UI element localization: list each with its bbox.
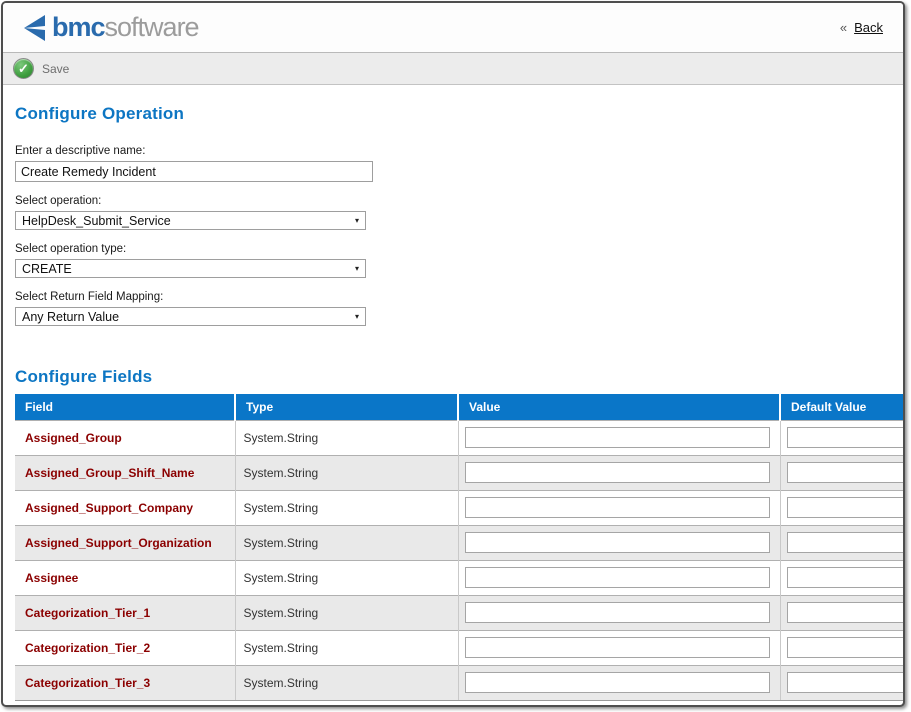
field-name-cell: Assigned_Support_Company <box>15 490 235 525</box>
field-type-cell: System.String <box>235 455 458 490</box>
field-type-cell: System.String <box>235 665 458 700</box>
save-button-label: Save <box>42 62 69 76</box>
default-value-input[interactable] <box>787 567 906 588</box>
value-input[interactable] <box>465 427 770 448</box>
field-name-cell: Categorization_Tier_1 <box>15 595 235 630</box>
return-field-mapping-label: Select Return Field Mapping: <box>15 291 903 303</box>
table-row: Assigned_Support_CompanySystem.String <box>15 490 905 525</box>
value-cell <box>458 455 780 490</box>
dropdown-arrow-icon: ▾ <box>355 216 359 225</box>
operation-select-value: HelpDesk_Submit_Service <box>22 214 171 228</box>
field-type-cell: System.String <box>235 560 458 595</box>
logo-text-software: software <box>105 12 199 43</box>
value-input[interactable] <box>465 462 770 483</box>
table-row: Assigned_Support_OrganizationSystem.Stri… <box>15 525 905 560</box>
operation-select[interactable]: HelpDesk_Submit_Service ▾ <box>15 211 366 230</box>
return-field-mapping-group: Select Return Field Mapping: Any Return … <box>15 291 903 326</box>
app-window: bmcsoftware « Back ✓ Save Configure Opera… <box>1 1 905 707</box>
value-cell <box>458 490 780 525</box>
back-nav: « Back <box>840 20 883 35</box>
field-type-cell: System.String <box>235 630 458 665</box>
table-row: Assigned_Group_Shift_NameSystem.String <box>15 455 905 490</box>
select-operation-label: Select operation: <box>15 195 903 207</box>
toolbar: ✓ Save <box>3 53 903 85</box>
value-cell <box>458 665 780 700</box>
operation-type-select-value: CREATE <box>22 262 72 276</box>
operation-type-select[interactable]: CREATE ▾ <box>15 259 366 278</box>
default-value-cell <box>780 455 905 490</box>
bmc-logo: bmcsoftware <box>20 12 199 43</box>
column-header-value: Value <box>458 394 780 420</box>
default-value-cell <box>780 420 905 455</box>
save-check-icon: ✓ <box>13 58 34 79</box>
operation-type-label: Select operation type: <box>15 243 903 255</box>
configure-operation-title: Configure Operation <box>15 104 903 124</box>
table-header-row: Field Type Value Default Value <box>15 394 905 420</box>
default-value-input[interactable] <box>787 427 906 448</box>
return-field-mapping-select[interactable]: Any Return Value ▾ <box>15 307 366 326</box>
table-row: AssigneeSystem.String <box>15 560 905 595</box>
default-value-cell <box>780 665 905 700</box>
default-value-input[interactable] <box>787 637 906 658</box>
value-input[interactable] <box>465 672 770 693</box>
value-cell <box>458 525 780 560</box>
field-type-cell: System.String <box>235 420 458 455</box>
value-input[interactable] <box>465 497 770 518</box>
default-value-input[interactable] <box>787 497 906 518</box>
select-operation-group: Select operation: HelpDesk_Submit_Servic… <box>15 195 903 230</box>
column-header-default-value: Default Value <box>780 394 905 420</box>
value-input[interactable] <box>465 602 770 623</box>
configure-fields-title: Configure Fields <box>15 367 903 387</box>
descriptive-name-label: Enter a descriptive name: <box>15 145 903 157</box>
field-name-cell: Assigned_Group <box>15 420 235 455</box>
field-type-cell: System.String <box>235 595 458 630</box>
save-button[interactable]: ✓ Save <box>13 58 69 79</box>
return-field-mapping-select-value: Any Return Value <box>22 310 119 324</box>
value-cell <box>458 630 780 665</box>
default-value-input[interactable] <box>787 672 906 693</box>
default-value-cell <box>780 560 905 595</box>
table-row: Assigned_GroupSystem.String <box>15 420 905 455</box>
value-input[interactable] <box>465 637 770 658</box>
field-name-cell: Assignee <box>15 560 235 595</box>
descriptive-name-input[interactable] <box>15 161 373 182</box>
column-header-field: Field <box>15 394 235 420</box>
default-value-cell <box>780 490 905 525</box>
operation-type-group: Select operation type: CREATE ▾ <box>15 243 903 278</box>
dropdown-arrow-icon: ▾ <box>355 312 359 321</box>
table-row: Categorization_Tier_1System.String <box>15 595 905 630</box>
app-header: bmcsoftware « Back <box>3 3 903 53</box>
field-name-cell: Categorization_Tier_2 <box>15 630 235 665</box>
default-value-cell <box>780 630 905 665</box>
logo-text-bmc: bmc <box>52 12 105 43</box>
default-value-input[interactable] <box>787 602 906 623</box>
table-row: Categorization_Tier_3System.String <box>15 665 905 700</box>
back-chevrons-icon: « <box>840 20 847 35</box>
default-value-input[interactable] <box>787 532 906 553</box>
back-link[interactable]: Back <box>854 20 883 35</box>
value-input[interactable] <box>465 567 770 588</box>
column-header-type: Type <box>235 394 458 420</box>
default-value-input[interactable] <box>787 462 906 483</box>
dropdown-arrow-icon: ▾ <box>355 264 359 273</box>
default-value-cell <box>780 595 905 630</box>
default-value-cell <box>780 525 905 560</box>
value-cell <box>458 420 780 455</box>
main-content: Configure Operation Enter a descriptive … <box>3 104 903 701</box>
field-name-cell: Assigned_Support_Organization <box>15 525 235 560</box>
bmc-chevron-icon <box>20 13 52 43</box>
field-name-cell: Assigned_Group_Shift_Name <box>15 455 235 490</box>
descriptive-name-group: Enter a descriptive name: <box>15 145 903 182</box>
table-row: Categorization_Tier_2System.String <box>15 630 905 665</box>
field-name-cell: Categorization_Tier_3 <box>15 665 235 700</box>
field-type-cell: System.String <box>235 490 458 525</box>
value-input[interactable] <box>465 532 770 553</box>
field-type-cell: System.String <box>235 525 458 560</box>
value-cell <box>458 560 780 595</box>
fields-table: Field Type Value Default Value Assigned_… <box>15 394 905 701</box>
value-cell <box>458 595 780 630</box>
